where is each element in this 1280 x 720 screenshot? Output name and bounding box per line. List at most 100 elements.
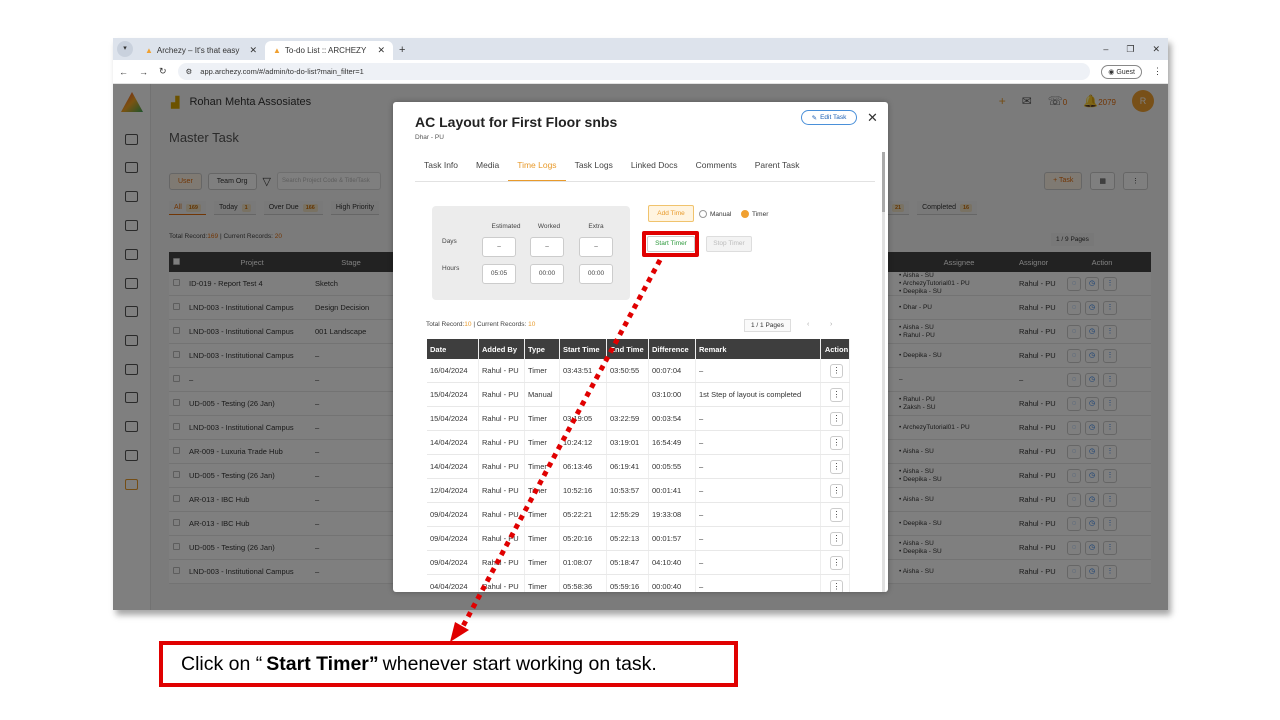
time-log-row: 09/04/2024 Rahul - PU Timer 05:20:16 05:… (427, 527, 850, 551)
back-icon[interactable]: ← (119, 67, 128, 77)
extra-hours-field: 00:00 (579, 264, 613, 284)
estimated-hours-field: 05:05 (482, 264, 516, 284)
modal-subtitle: Dhar - PU (415, 134, 444, 141)
cell-date: 16/04/2024 (427, 359, 479, 382)
extra-days-field: – (579, 237, 613, 257)
edit-label: Edit Task (820, 114, 847, 121)
extra-header: Extra (588, 223, 604, 230)
time-log-row: 14/04/2024 Rahul - PU Timer 06:13:46 06:… (427, 455, 850, 479)
row-action-kebab-icon[interactable]: ⋮ (830, 483, 843, 498)
prev-page-icon[interactable]: ‹ (807, 321, 809, 328)
window-controls: – ❐ ✕ (1103, 44, 1168, 60)
cell-added-by: Rahul - PU (479, 359, 525, 382)
cell-difference: 03:10:00 (649, 383, 696, 406)
days-label: Days (442, 238, 457, 245)
cell-difference: 00:03:54 (649, 407, 696, 430)
tab-parent-task[interactable]: Parent Task (746, 154, 809, 181)
archezy-favicon-icon: ▲ (145, 46, 153, 55)
tab-time-logs[interactable]: Time Logs (508, 154, 566, 181)
close-window-icon[interactable]: ✕ (1152, 44, 1160, 55)
row-action-kebab-icon[interactable]: ⋮ (830, 387, 843, 402)
cell-end-time: 03:50:55 (607, 359, 649, 382)
cell-type: Timer (525, 551, 560, 574)
row-action-kebab-icon[interactable]: ⋮ (830, 555, 843, 570)
cell-date: 09/04/2024 (427, 551, 479, 574)
minimize-icon[interactable]: – (1103, 44, 1108, 55)
row-action-kebab-icon[interactable]: ⋮ (830, 363, 843, 378)
tab-linked-docs[interactable]: Linked Docs (622, 154, 687, 181)
maximize-icon[interactable]: ❐ (1126, 44, 1134, 55)
radio-on-icon (741, 210, 749, 218)
row-action-kebab-icon[interactable]: ⋮ (830, 411, 843, 426)
time-log-row: 14/04/2024 Rahul - PU Timer 10:24:12 03:… (427, 431, 850, 455)
row-action-kebab-icon[interactable]: ⋮ (830, 459, 843, 474)
guest-profile-button[interactable]: ◉ Guest (1101, 64, 1142, 79)
browser-tab-archezy[interactable]: ▲ Archezy – It's that easy ✕ (137, 41, 265, 60)
timer-radio[interactable]: Timer (741, 210, 768, 218)
cell-start-time: 05:58:36 (560, 575, 607, 592)
radio-off-icon (699, 210, 707, 218)
forward-icon[interactable]: → (139, 67, 148, 77)
next-page-icon[interactable]: › (830, 321, 832, 328)
callout-bold: Start Timer” (266, 652, 379, 675)
tab-comments[interactable]: Comments (687, 154, 746, 181)
guest-label: Guest (1116, 68, 1135, 76)
cell-end-time: 06:19:41 (607, 455, 649, 478)
log-page-indicator: 1 / 1 Pages (744, 319, 791, 332)
row-action-kebab-icon[interactable]: ⋮ (830, 435, 843, 450)
stop-timer-button[interactable]: Stop Timer (706, 236, 752, 252)
row-action-kebab-icon[interactable]: ⋮ (830, 531, 843, 546)
tab-task-info[interactable]: Task Info (415, 154, 467, 181)
reload-icon[interactable]: ↻ (159, 66, 167, 77)
modal-scrollbar[interactable] (882, 152, 885, 592)
cell-added-by: Rahul - PU (479, 479, 525, 502)
log-record-summary: Total Record:10 | Current Records: 10 (426, 321, 535, 328)
col-added-by: Added By (479, 339, 525, 359)
cell-start-time: 05:20:16 (560, 527, 607, 550)
tab-task-logs[interactable]: Task Logs (566, 154, 622, 181)
time-log-row: 16/04/2024 Rahul - PU Timer 03:43:51 03:… (427, 359, 850, 383)
row-action-kebab-icon[interactable]: ⋮ (830, 579, 843, 592)
manual-radio[interactable]: Manual (699, 210, 731, 218)
cell-remark: – (696, 431, 821, 454)
col-difference: Difference (649, 339, 696, 359)
cell-start-time: 03:43:51 (560, 359, 607, 382)
edit-task-button[interactable]: ✎ Edit Task (801, 110, 857, 125)
new-tab-icon[interactable]: + (399, 44, 405, 56)
total-prefix: Total Record: (426, 321, 465, 328)
tab-search-icon[interactable]: ▾ (117, 41, 133, 57)
timer-label: Timer (752, 210, 769, 218)
url-field[interactable]: ⚙ app.archezy.com/#/admin/to-do-list?mai… (177, 63, 1091, 80)
close-tab-icon[interactable]: ✕ (377, 45, 385, 56)
site-info-icon[interactable]: ⚙ (186, 67, 193, 76)
col-start-time: Start Time (560, 339, 607, 359)
time-log-row: 09/04/2024 Rahul - PU Timer 05:22:21 12:… (427, 503, 850, 527)
add-time-button[interactable]: Add Time (648, 205, 694, 222)
cell-difference: 00:01:57 (649, 527, 696, 550)
col-action: Action (821, 339, 850, 359)
cell-date: 09/04/2024 (427, 503, 479, 526)
scroll-thumb[interactable] (882, 152, 885, 212)
cell-date: 15/04/2024 (427, 407, 479, 430)
col-date: Date (427, 339, 479, 359)
browser-tab-todo[interactable]: ▲ To-do List :: ARCHEZY ✕ (265, 41, 393, 60)
start-timer-highlight (642, 231, 699, 257)
cell-type: Timer (525, 407, 560, 430)
time-log-body: 16/04/2024 Rahul - PU Timer 03:43:51 03:… (427, 359, 850, 592)
cell-difference: 04:10:40 (649, 551, 696, 574)
browser-menu-icon[interactable]: ⋮ (1153, 66, 1162, 77)
tab-label: Archezy – It's that easy (156, 46, 240, 55)
tab-media[interactable]: Media (467, 154, 508, 181)
cell-added-by: Rahul - PU (479, 407, 525, 430)
current-prefix: | Current Records: (471, 321, 529, 328)
worked-hours-field: 00:00 (530, 264, 564, 284)
close-tab-icon[interactable]: ✕ (249, 45, 257, 56)
cell-end-time: 12:55:29 (607, 503, 649, 526)
time-log-row: 09/04/2024 Rahul - PU Timer 01:08:07 05:… (427, 551, 850, 575)
row-action-kebab-icon[interactable]: ⋮ (830, 507, 843, 522)
cell-difference: 00:01:41 (649, 479, 696, 502)
cell-difference: 19:33:08 (649, 503, 696, 526)
cell-end-time: 05:18:47 (607, 551, 649, 574)
cell-added-by: Rahul - PU (479, 455, 525, 478)
close-icon[interactable]: ✕ (867, 110, 878, 126)
